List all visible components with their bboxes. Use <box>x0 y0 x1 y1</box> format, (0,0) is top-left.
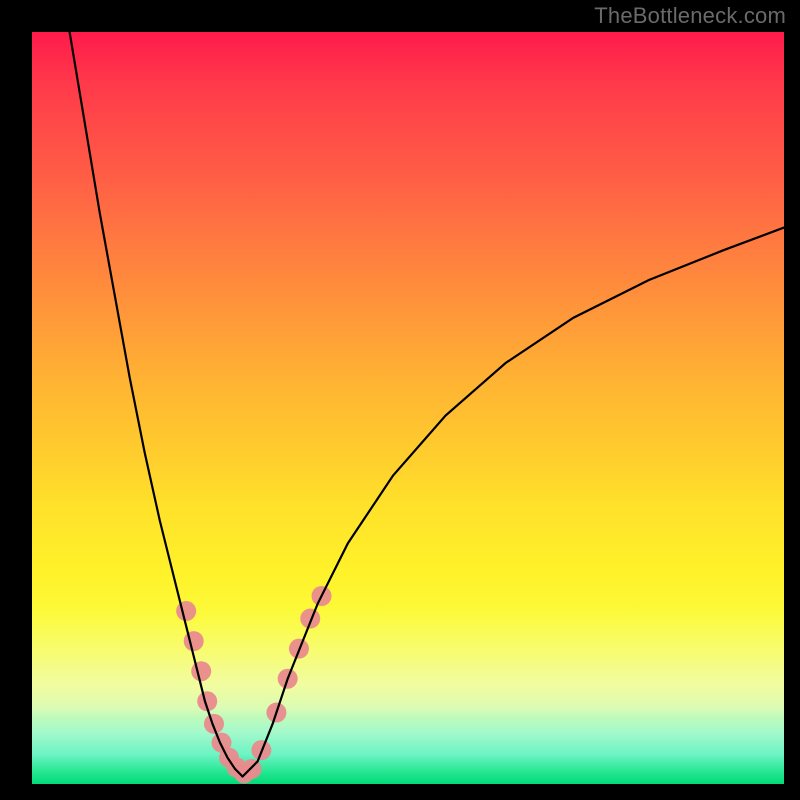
left-curve <box>70 32 243 776</box>
pink-highlight-dots <box>176 586 331 783</box>
chart-frame: TheBottleneck.com <box>0 0 800 800</box>
watermark-text: TheBottleneck.com <box>594 3 786 29</box>
highlight-dot <box>300 609 320 629</box>
plot-area <box>32 32 784 784</box>
highlight-dot <box>184 631 204 651</box>
highlight-dot <box>191 661 211 681</box>
right-curve <box>243 228 784 777</box>
highlight-dot <box>204 714 224 734</box>
curves-layer <box>32 32 784 784</box>
highlight-dot <box>176 601 196 621</box>
